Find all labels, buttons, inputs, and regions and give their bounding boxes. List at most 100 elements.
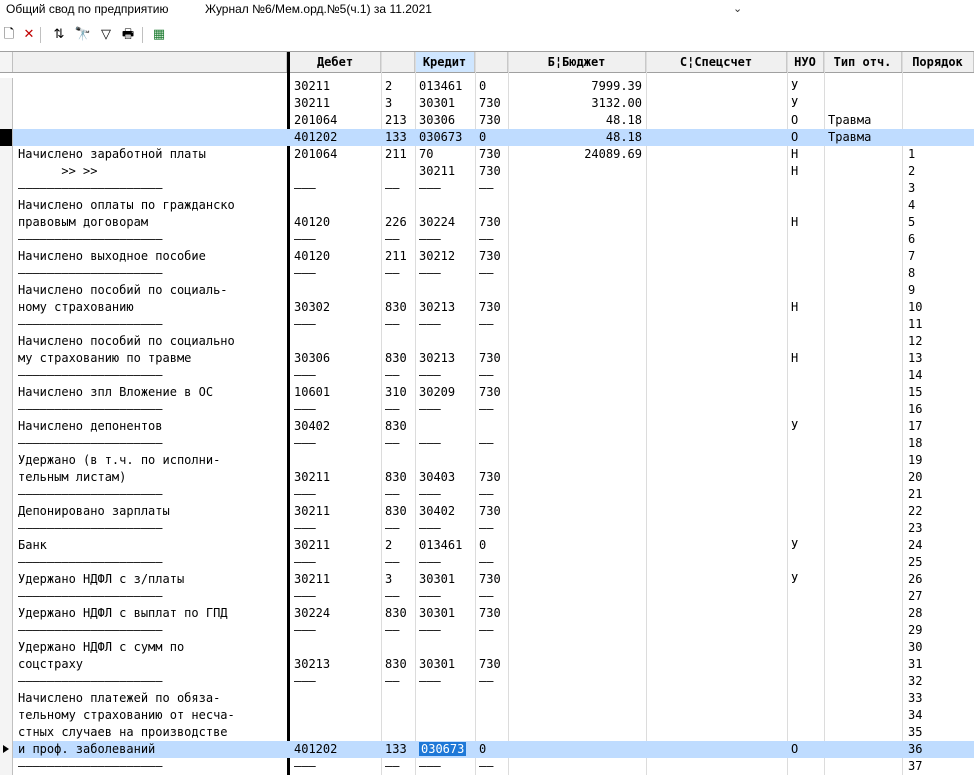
table-row[interactable]: 401202 133 030673 0 48.18 О Травма xyxy=(0,129,974,146)
cell-bud[interactable] xyxy=(512,486,642,503)
cell-typ[interactable] xyxy=(828,435,898,452)
cell-desc[interactable]: ———————————————————— xyxy=(18,622,283,639)
cell-desc[interactable]: Банк xyxy=(18,537,283,554)
table-row[interactable]: ———————————————————— ——— —— ——— —— 32 xyxy=(0,673,974,690)
cell-d2[interactable]: 830 xyxy=(385,418,411,435)
cell-bud[interactable]: 3132.00 xyxy=(512,95,642,112)
cell-nuo[interactable] xyxy=(791,486,820,503)
cell-bud[interactable] xyxy=(512,673,642,690)
row-indicator[interactable] xyxy=(0,520,13,537)
cell-ord[interactable]: 34 xyxy=(908,707,972,724)
cell-spec[interactable] xyxy=(650,469,783,486)
cell-spec[interactable] xyxy=(650,520,783,537)
cell-nuo[interactable] xyxy=(791,282,820,299)
cell-c1[interactable]: 013461 xyxy=(419,537,471,554)
row-indicator[interactable] xyxy=(0,758,13,775)
cell-typ[interactable] xyxy=(828,486,898,503)
table-row[interactable]: Начислено зпл Вложение в ОС 10601 310 30209… xyxy=(0,384,974,401)
cell-c2[interactable]: 0 xyxy=(479,537,504,554)
column-header[interactable] xyxy=(381,52,415,72)
cell-ord[interactable]: 18 xyxy=(908,435,972,452)
cell-spec[interactable] xyxy=(650,571,783,588)
cell-c2[interactable]: —— xyxy=(479,180,504,197)
cell-ord[interactable]: 8 xyxy=(908,265,972,282)
cell-nuo[interactable] xyxy=(791,724,820,741)
cell-ord[interactable]: 32 xyxy=(908,673,972,690)
cell-d1[interactable]: ——— xyxy=(294,520,377,537)
cell-c2[interactable]: 730 xyxy=(479,503,504,520)
cell-typ[interactable] xyxy=(828,571,898,588)
table-row[interactable]: ———————————————————— ——— —— ——— —— 29 xyxy=(0,622,974,639)
row-indicator[interactable] xyxy=(0,503,13,520)
cell-c2[interactable]: 730 xyxy=(479,384,504,401)
cell-spec[interactable] xyxy=(650,197,783,214)
cell-bud[interactable] xyxy=(512,469,642,486)
cell-ord[interactable]: 28 xyxy=(908,605,972,622)
row-indicator[interactable] xyxy=(0,248,13,265)
cell-nuo[interactable]: У xyxy=(791,418,820,435)
cell-c2[interactable]: —— xyxy=(479,758,504,775)
cell-nuo[interactable] xyxy=(791,503,820,520)
cell-desc[interactable]: Удержано НДФЛ с сумм по xyxy=(18,639,283,656)
table-row[interactable]: Удержано (в т.ч. по исполни- 19 xyxy=(0,452,974,469)
cell-d1[interactable]: ——— xyxy=(294,367,377,384)
cell-typ[interactable] xyxy=(828,231,898,248)
cell-bud[interactable] xyxy=(512,401,642,418)
cell-desc[interactable]: и проф. заболеваний xyxy=(18,741,283,758)
cell-ord[interactable]: 23 xyxy=(908,520,972,537)
cell-ord[interactable]: 13 xyxy=(908,350,972,367)
cell-bud[interactable] xyxy=(512,214,642,231)
cell-bud[interactable] xyxy=(512,571,642,588)
row-pointer-icon[interactable] xyxy=(0,741,13,758)
cell-bud[interactable] xyxy=(512,503,642,520)
cell-desc[interactable]: Начислено выходное пособие xyxy=(18,248,283,265)
cell-d1[interactable] xyxy=(294,690,377,707)
cell-desc[interactable]: Начислено заработной платы xyxy=(18,146,283,163)
cell-d1[interactable] xyxy=(294,197,377,214)
cell-c1[interactable]: 30211 xyxy=(419,163,471,180)
cell-c2[interactable]: —— xyxy=(479,554,504,571)
cell-desc[interactable]: ———————————————————— xyxy=(18,520,283,537)
find-icon[interactable]: 🔭 xyxy=(74,26,92,44)
cell-ord[interactable] xyxy=(908,95,972,112)
cell-c2[interactable]: 0 xyxy=(479,129,504,146)
cell-desc[interactable]: ———————————————————— xyxy=(18,231,283,248)
cell-ord[interactable]: 29 xyxy=(908,622,972,639)
new-doc-icon[interactable]: 🗋 xyxy=(0,26,18,44)
row-indicator[interactable] xyxy=(0,384,13,401)
cell-c2[interactable] xyxy=(479,707,504,724)
cell-c1[interactable]: ——— xyxy=(419,367,471,384)
cell-d2[interactable]: 3 xyxy=(385,95,411,112)
cell-c1[interactable]: ——— xyxy=(419,316,471,333)
cell-nuo[interactable]: Н xyxy=(791,163,820,180)
cell-bud[interactable] xyxy=(512,605,642,622)
table-row[interactable]: ———————————————————— ——— —— ——— —— 27 xyxy=(0,588,974,605)
cell-ord[interactable]: 9 xyxy=(908,282,972,299)
table-row[interactable]: соцстраху 30213 830 30301 730 31 xyxy=(0,656,974,673)
cell-spec[interactable] xyxy=(650,435,783,452)
row-indicator[interactable] xyxy=(0,282,13,299)
cell-d2[interactable] xyxy=(385,282,411,299)
cell-d2[interactable]: 211 xyxy=(385,146,411,163)
cell-spec[interactable] xyxy=(650,758,783,775)
cell-c2[interactable]: —— xyxy=(479,435,504,452)
cell-d1[interactable]: 201064 xyxy=(294,146,377,163)
cell-d1[interactable] xyxy=(294,452,377,469)
cell-spec[interactable] xyxy=(650,452,783,469)
cell-bud[interactable] xyxy=(512,265,642,282)
cell-c1[interactable]: 013461 xyxy=(419,78,471,95)
cell-d2[interactable] xyxy=(385,724,411,741)
cell-ord[interactable]: 15 xyxy=(908,384,972,401)
cell-spec[interactable] xyxy=(650,605,783,622)
cell-nuo[interactable] xyxy=(791,758,820,775)
cell-ord[interactable]: 3 xyxy=(908,180,972,197)
cell-c1[interactable]: ——— xyxy=(419,180,471,197)
cell-desc[interactable]: ———————————————————— xyxy=(18,316,283,333)
cell-d1[interactable]: 401202 xyxy=(294,741,377,758)
cell-nuo[interactable] xyxy=(791,520,820,537)
cell-ord[interactable]: 11 xyxy=(908,316,972,333)
table-row[interactable]: Начислено выходное пособие 40120 211 30212 7… xyxy=(0,248,974,265)
cell-c1[interactable]: 30306 xyxy=(419,112,471,129)
cell-d2[interactable] xyxy=(385,333,411,350)
table-row[interactable]: тельным листам) 30211 830 30403 730 20 xyxy=(0,469,974,486)
